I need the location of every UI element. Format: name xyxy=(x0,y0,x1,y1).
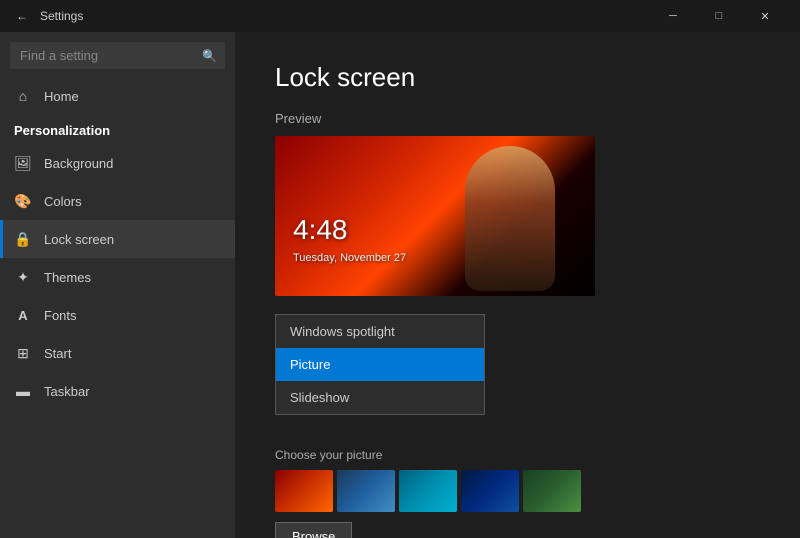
sidebar-item-colors-label: Colors xyxy=(44,194,82,209)
dropdown-option-slideshow[interactable]: Slideshow xyxy=(276,381,484,414)
sidebar-item-colors[interactable]: 🎨 Colors xyxy=(0,182,235,220)
sidebar: 🔍 ⌂ Home Personalization 🖼 Background 🎨 … xyxy=(0,32,235,538)
search-container: 🔍 xyxy=(10,42,225,69)
picture-thumb-2[interactable] xyxy=(337,470,395,512)
titlebar: ← Settings ─ □ ✕ xyxy=(0,0,800,32)
maximize-button[interactable]: □ xyxy=(696,0,742,32)
dropdown-option-picture[interactable]: Picture xyxy=(276,348,484,381)
sidebar-item-background-label: Background xyxy=(44,156,113,171)
preview-image: 4:48 Tuesday, November 27 xyxy=(275,136,595,296)
search-input[interactable] xyxy=(10,42,225,69)
preview-label: Preview xyxy=(275,111,760,126)
fonts-icon: A xyxy=(14,306,32,324)
themes-icon: ✦ xyxy=(14,268,32,286)
background-dropdown-menu: Windows spotlight Picture Slideshow xyxy=(275,314,485,415)
preview-figure xyxy=(465,146,555,291)
picture-thumb-1[interactable] xyxy=(275,470,333,512)
sidebar-item-start-label: Start xyxy=(44,346,71,361)
taskbar-icon: ▬ xyxy=(14,382,32,400)
sidebar-item-lockscreen[interactable]: 🔒 Lock screen xyxy=(0,220,235,258)
sidebar-item-themes-label: Themes xyxy=(44,270,91,285)
sidebar-item-background[interactable]: 🖼 Background xyxy=(0,144,235,182)
dropdown-option-spotlight[interactable]: Windows spotlight xyxy=(276,315,484,348)
sidebar-item-taskbar[interactable]: ▬ Taskbar xyxy=(0,372,235,410)
back-icon: ← xyxy=(16,9,28,23)
lockscreen-icon: 🔒 xyxy=(14,230,32,248)
close-button[interactable]: ✕ xyxy=(742,0,788,32)
picture-thumb-3[interactable] xyxy=(399,470,457,512)
sidebar-item-fonts[interactable]: A Fonts xyxy=(0,296,235,334)
background-dropdown-section: Windows spotlight Picture Slideshow xyxy=(275,314,760,434)
start-icon: ⊞ xyxy=(14,344,32,362)
content-area: Lock screen Preview 4:48 Tuesday, Novemb… xyxy=(235,32,800,538)
titlebar-left: ← Settings xyxy=(12,6,83,26)
sidebar-item-taskbar-label: Taskbar xyxy=(44,384,90,399)
sidebar-item-home[interactable]: ⌂ Home xyxy=(0,77,235,115)
minimize-button[interactable]: ─ xyxy=(650,0,696,32)
picture-thumb-5[interactable] xyxy=(523,470,581,512)
sidebar-item-fonts-label: Fonts xyxy=(44,308,77,323)
sidebar-item-lockscreen-label: Lock screen xyxy=(44,232,114,247)
sidebar-item-start[interactable]: ⊞ Start xyxy=(0,334,235,372)
titlebar-title: Settings xyxy=(40,9,83,23)
titlebar-controls: ─ □ ✕ xyxy=(650,0,788,32)
picture-thumb-4[interactable] xyxy=(461,470,519,512)
colors-icon: 🎨 xyxy=(14,192,32,210)
preview-time: 4:48 xyxy=(293,214,348,246)
sidebar-section-label: Personalization xyxy=(0,115,235,144)
back-button[interactable]: ← xyxy=(12,6,32,26)
sidebar-item-home-label: Home xyxy=(44,89,79,104)
main-layout: 🔍 ⌂ Home Personalization 🖼 Background 🎨 … xyxy=(0,32,800,538)
browse-button[interactable]: Browse xyxy=(275,522,352,538)
search-icon: 🔍 xyxy=(202,49,217,63)
background-icon: 🖼 xyxy=(14,154,32,172)
sidebar-item-themes[interactable]: ✦ Themes xyxy=(0,258,235,296)
picture-row xyxy=(275,470,760,512)
preview-date: Tuesday, November 27 xyxy=(293,252,406,264)
choose-picture-label: Choose your picture xyxy=(275,448,760,462)
home-icon: ⌂ xyxy=(14,87,32,105)
page-title: Lock screen xyxy=(275,62,760,93)
